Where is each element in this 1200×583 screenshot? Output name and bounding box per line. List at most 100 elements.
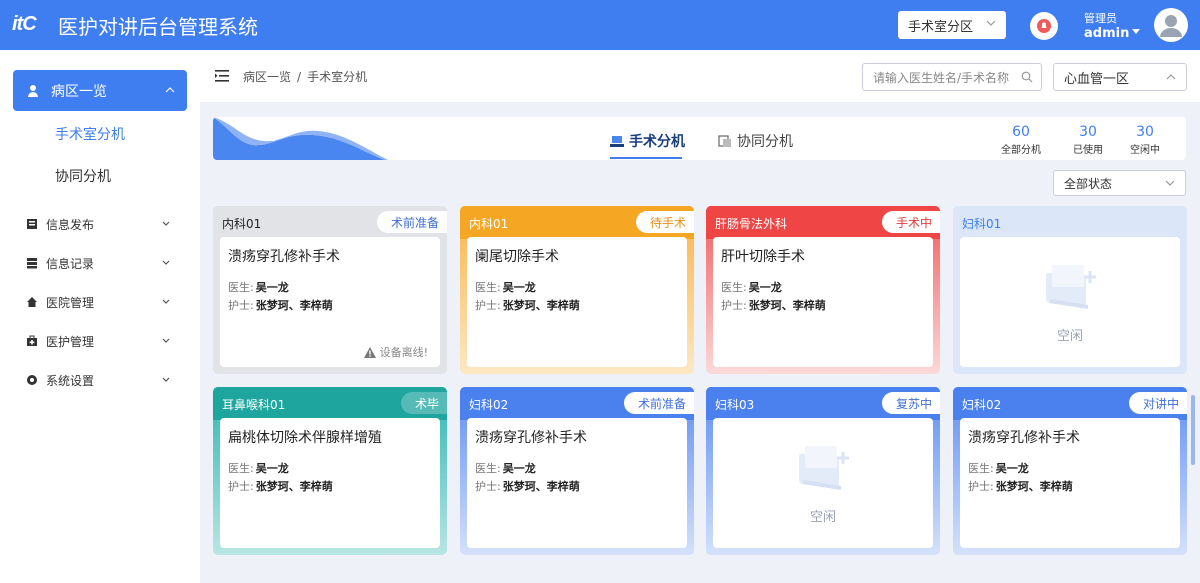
- chevron-down-icon: [162, 338, 170, 343]
- sidebar-item-medical-mgmt[interactable]: 医护管理: [26, 331, 176, 351]
- surgery-name: 溃疡穿孔修补手术: [475, 430, 587, 446]
- extension-card[interactable]: 妇科03 复苏中 空闲: [706, 387, 940, 555]
- search-input[interactable]: 请输入医生姓名/手术名称: [862, 63, 1042, 91]
- stat-number: 30: [1136, 124, 1154, 140]
- tab-active-underline: [610, 157, 682, 159]
- tab-collab-extension[interactable]: 协同分机: [718, 131, 793, 151]
- search-icon[interactable]: [1021, 71, 1033, 83]
- card-body: 溃疡穿孔修补手术 医生: 吴一龙 护士: 张梦珂、李梓萌 设备离线!: [220, 237, 440, 367]
- chevron-down-icon: [162, 260, 170, 265]
- caret-down-icon[interactable]: [1131, 28, 1141, 36]
- nurse-label: 护士:: [475, 480, 501, 493]
- card-body: 阑尾切除手术 医生: 吴一龙 护士: 张梦珂、李梓萌: [467, 237, 687, 367]
- tab-surgery-extension[interactable]: 手术分机: [610, 131, 685, 159]
- user-role: 管理员: [1084, 12, 1117, 25]
- status-badge: 复苏中: [881, 392, 940, 414]
- sidebar-item-info-record[interactable]: 信息记录: [26, 253, 176, 273]
- nurse-row: 护士: 张梦珂、李梓萌: [721, 297, 826, 313]
- extension-card[interactable]: 妇科01 空闲: [953, 206, 1187, 374]
- card-department: 妇科03: [715, 398, 755, 412]
- idle-screen-icon: [799, 446, 849, 490]
- nurse-label: 护士:: [475, 299, 501, 312]
- doctor-name: 吴一龙: [255, 281, 289, 294]
- nurse-label: 护士:: [228, 299, 254, 312]
- warning-icon: [363, 346, 376, 358]
- extension-card[interactable]: 内科01 术前准备 溃疡穿孔修补手术 医生: 吴一龙 护士: 张梦珂、李梓萌 设备离…: [213, 206, 447, 374]
- status-filter-select[interactable]: 全部状态: [1053, 170, 1186, 196]
- sidebar: 病区一览 手术室分机 协同分机 信息发布 信息记录 医院管理 医护管理 系统设置: [0, 50, 200, 583]
- card-body: 空闲: [960, 237, 1180, 367]
- stat-label: 已使用: [1073, 145, 1103, 156]
- sidebar-item-label: 医院管理: [46, 295, 95, 310]
- breadcrumb-item: 手术室分机: [307, 70, 368, 84]
- sidebar-item-hospital-mgmt[interactable]: 医院管理: [26, 292, 176, 312]
- status-badge: 待手术: [635, 211, 694, 233]
- chevron-down-icon: [1165, 180, 1175, 186]
- nurse-label: 护士:: [721, 299, 747, 312]
- sidebar-item-ward-overview[interactable]: 病区一览: [13, 70, 187, 111]
- area-select-value: 手术室分区: [908, 19, 974, 35]
- bell-icon[interactable]: [1030, 12, 1058, 40]
- nurse-names: 张梦珂、李梓萌: [995, 480, 1073, 493]
- sidebar-item-system-settings[interactable]: 系统设置: [26, 370, 176, 390]
- idle-text: 空闲: [1056, 329, 1083, 344]
- nurse-label: 护士:: [228, 480, 254, 493]
- card-header: 耳鼻喉科01 术毕: [213, 387, 447, 420]
- nurse-row: 护士: 张梦珂、李梓萌: [228, 478, 333, 494]
- breadcrumb-item[interactable]: 病区一览: [243, 70, 291, 84]
- chevron-down-icon: [986, 20, 996, 26]
- sidebar-item-info-publish[interactable]: 信息发布: [26, 214, 176, 234]
- idle-screen-icon: [1046, 265, 1096, 309]
- status-badge: 术毕: [400, 392, 447, 414]
- doctor-row: 医生: 吴一龙: [721, 279, 782, 295]
- stat-used: 30 已使用: [1063, 124, 1113, 156]
- sidebar-sub-surgery-extension[interactable]: 手术室分机: [55, 124, 125, 144]
- card-header: 内科01 待手术: [460, 206, 694, 239]
- card-department: 肝肠骨法外科: [715, 217, 788, 231]
- status-filter-value: 全部状态: [1064, 176, 1113, 191]
- card-department: 妇科01: [962, 217, 1002, 231]
- nurse-names: 张梦珂、李梓萌: [255, 299, 333, 312]
- status-badge: 手术中: [881, 211, 940, 233]
- scrollbar[interactable]: [1191, 395, 1195, 465]
- surgery-name: 溃疡穿孔修补手术: [228, 249, 340, 265]
- extension-card[interactable]: 肝肠骨法外科 手术中 肝叶切除手术 医生: 吴一龙 护士: 张梦珂、李梓萌: [706, 206, 940, 374]
- sidebar-sub-collab-extension[interactable]: 协同分机: [55, 166, 111, 186]
- extension-card[interactable]: 耳鼻喉科01 术毕 扁桃体切除术伴腺样增殖 医生: 吴一龙 护士: 张梦珂、李梓萌: [213, 387, 447, 555]
- logo: itC: [12, 13, 37, 35]
- user-name[interactable]: admin: [1084, 26, 1129, 41]
- sidebar-item-label: 系统设置: [46, 373, 95, 388]
- card-header: 妇科02 对讲中: [953, 387, 1187, 420]
- card-department: 妇科02: [469, 398, 509, 412]
- tab-label: 协同分机: [737, 134, 793, 150]
- collab-icon: [718, 135, 731, 147]
- breadcrumb: 病区一览 / 手术室分机: [243, 70, 368, 84]
- extension-card[interactable]: 妇科02 术前准备 溃疡穿孔修补手术 医生: 吴一龙 护士: 张梦珂、李梓萌: [460, 387, 694, 555]
- area-select[interactable]: 手术室分区: [898, 11, 1006, 39]
- medical-kit-icon: [27, 335, 37, 346]
- doctor-name: 吴一龙: [502, 281, 536, 294]
- surgery-name: 溃疡穿孔修补手术: [968, 430, 1080, 446]
- chevron-down-icon: [162, 377, 170, 382]
- sidebar-item-label: 信息发布: [46, 217, 95, 232]
- banner-wave-decoration: [213, 117, 388, 160]
- doctor-label: 医生:: [475, 281, 501, 294]
- nurse-row: 护士: 张梦珂、李梓萌: [475, 478, 580, 494]
- surgery-icon: [610, 136, 624, 147]
- user-icon: [28, 84, 38, 97]
- warning-text: 设备离线!: [379, 346, 428, 359]
- avatar[interactable]: [1154, 8, 1188, 42]
- menu-fold-icon[interactable]: [215, 70, 229, 82]
- extension-card[interactable]: 内科01 待手术 阑尾切除手术 医生: 吴一龙 护士: 张梦珂、李梓萌: [460, 206, 694, 374]
- extension-card[interactable]: 妇科02 对讲中 溃疡穿孔修补手术 医生: 吴一龙 护士: 张梦珂、李梓萌: [953, 387, 1187, 555]
- nurse-label: 护士:: [968, 480, 994, 493]
- doctor-row: 医生: 吴一龙: [228, 279, 289, 295]
- doctor-row: 医生: 吴一龙: [475, 460, 536, 476]
- stat-number: 60: [1012, 124, 1030, 140]
- offline-warning: 设备离线!: [363, 344, 428, 360]
- sidebar-item-label: 病区一览: [51, 83, 107, 100]
- nurse-row: 护士: 张梦珂、李梓萌: [475, 297, 580, 313]
- card-department: 内科01: [469, 217, 509, 231]
- doctor-label: 医生:: [721, 281, 747, 294]
- ward-select[interactable]: 心血管一区: [1053, 63, 1187, 91]
